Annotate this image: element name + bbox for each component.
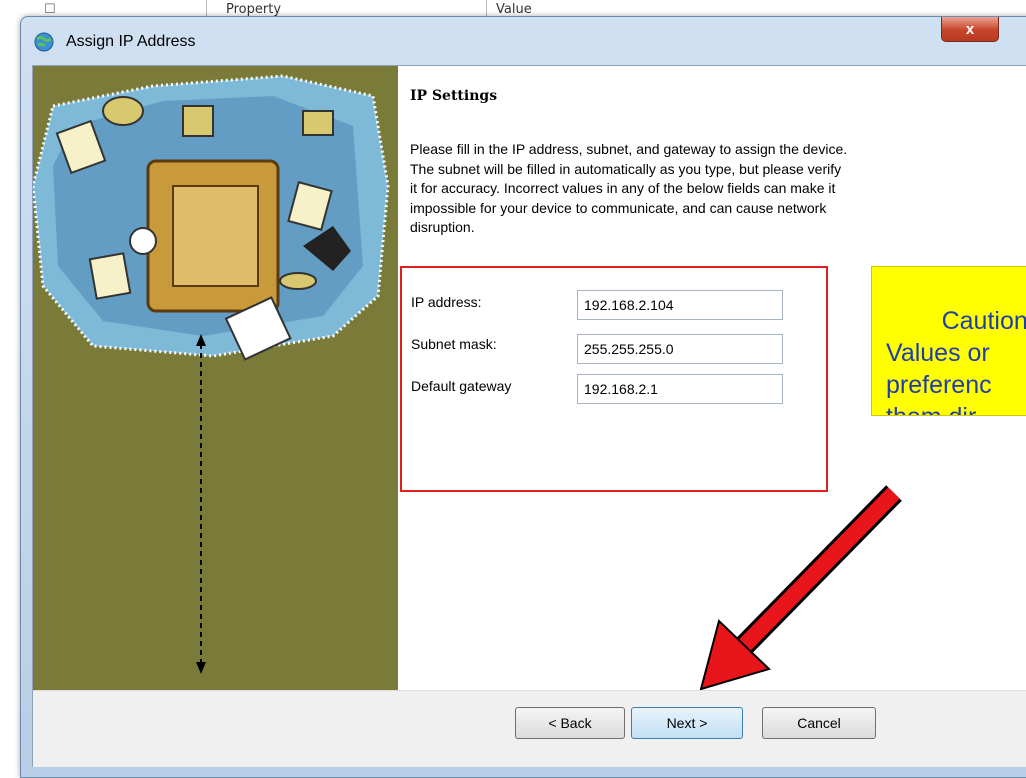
caution-text: Caution: Values or preferenc them dir bbox=[886, 307, 1026, 415]
default-gateway-input[interactable]: 192.168.2.1 bbox=[577, 374, 783, 404]
red-arrow-annotation bbox=[699, 485, 902, 691]
window-title: Assign IP Address bbox=[66, 33, 196, 50]
next-button[interactable]: Next > bbox=[631, 707, 743, 739]
network-illustration bbox=[33, 74, 390, 361]
caution-callout: Caution: Values or preferenc them dir bbox=[871, 266, 1026, 416]
instructions-text: Please fill in the IP address, subnet, a… bbox=[410, 141, 848, 235]
dialog-client-area: IP Settings Please fill in the IP addres… bbox=[32, 65, 1026, 767]
section-heading: IP Settings bbox=[410, 88, 498, 104]
dashed-double-arrow bbox=[196, 334, 206, 674]
title-bar[interactable]: Assign IP Address x bbox=[21, 17, 1026, 67]
back-button[interactable]: < Back bbox=[515, 707, 625, 739]
ip-address-label: IP address: bbox=[411, 294, 482, 310]
close-button[interactable]: x bbox=[941, 17, 999, 42]
background-column-property: Property bbox=[226, 2, 282, 17]
ip-address-input[interactable]: 192.168.2.104 bbox=[577, 290, 783, 320]
default-gateway-label: Default gateway bbox=[411, 378, 512, 394]
side-panel bbox=[33, 66, 398, 690]
background-column-value: Value bbox=[496, 2, 532, 17]
assign-ip-dialog: Assign IP Address x IP Settings Please f… bbox=[20, 16, 1026, 778]
close-icon: x bbox=[965, 20, 975, 38]
dialog-footer: < Back Next > Cancel bbox=[33, 690, 1026, 767]
network-globe-icon bbox=[34, 32, 54, 52]
subnet-mask-input[interactable]: 255.255.255.0 bbox=[577, 334, 783, 364]
cancel-button[interactable]: Cancel bbox=[762, 707, 876, 739]
background-checkbox-col: ☐ bbox=[44, 2, 56, 17]
content-pane: IP Settings Please fill in the IP addres… bbox=[399, 66, 1026, 691]
subnet-mask-label: Subnet mask: bbox=[411, 336, 497, 352]
